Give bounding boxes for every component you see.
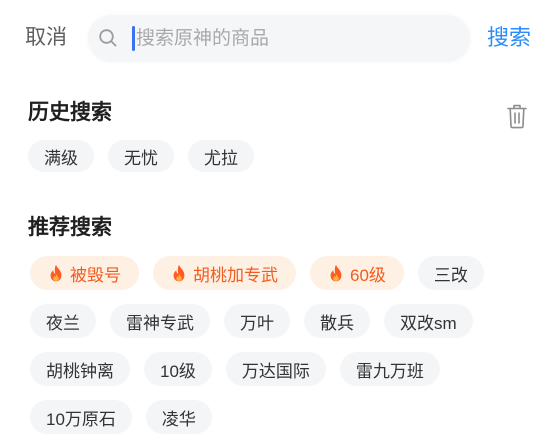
history-chip[interactable]: 尤拉 — [188, 140, 254, 172]
recommended-chip[interactable]: 三改 — [417, 256, 484, 290]
chip-label: 双改sm — [400, 313, 457, 333]
recommended-chip[interactable]: 万叶 — [224, 304, 290, 338]
recommended-chip[interactable]: 雷神专武 — [110, 304, 210, 338]
search-button[interactable]: 搜索 — [487, 14, 531, 62]
recommended-row: 夜兰 雷神专武 万叶 散兵 双改sm — [30, 304, 484, 338]
chip-label: 三改 — [433, 265, 468, 285]
chip-label: 凌华 — [161, 409, 196, 429]
recommended-chip[interactable]: 双改sm — [384, 304, 473, 338]
fire-icon — [171, 264, 187, 282]
chip-label: 散兵 — [320, 313, 354, 333]
hot-search-chip[interactable]: 60级 — [310, 256, 404, 290]
chip-label: 无忧 — [124, 148, 158, 168]
recommended-row: 10万原石 凌华 — [30, 400, 484, 434]
search-icon — [98, 28, 118, 48]
text-cursor — [132, 26, 135, 51]
chip-label: 被毁号 — [70, 265, 121, 285]
recommended-chip[interactable]: 雷九万班 — [339, 352, 440, 386]
recommended-chip[interactable]: 10级 — [144, 352, 212, 386]
chip-label: 满级 — [44, 148, 78, 168]
history-chip[interactable]: 满级 — [28, 140, 94, 172]
chip-label: 胡桃钟离 — [46, 361, 114, 381]
cancel-button[interactable]: 取消 — [25, 14, 67, 62]
chip-label: 万叶 — [240, 313, 274, 333]
history-chip[interactable]: 无忧 — [108, 140, 174, 172]
chip-label: 万达国际 — [241, 361, 310, 381]
recommended-chip[interactable]: 胡桃钟离 — [30, 352, 130, 386]
chip-label: 10万原石 — [46, 409, 116, 429]
chip-label: 雷九万班 — [355, 361, 424, 381]
recommended-chip[interactable]: 散兵 — [304, 304, 370, 338]
recommended-chip[interactable]: 夜兰 — [30, 304, 96, 338]
recommended-chip[interactable]: 凌华 — [145, 400, 212, 434]
chip-label: 夜兰 — [46, 313, 80, 333]
fire-icon — [48, 264, 64, 282]
recommended-row: 胡桃钟离 10级 万达国际 雷九万班 — [30, 352, 484, 386]
recommended-row: 被毁号 胡桃加专武 60级 三改 — [30, 256, 484, 290]
recommended-chip[interactable]: 10万原石 — [30, 400, 132, 434]
recommended-list: 被毁号 胡桃加专武 60级 三改夜兰 雷神专武 万叶 散兵 双改sm 胡桃钟离 10级 万达国际… — [30, 256, 484, 434]
chip-label: 雷神专武 — [126, 313, 194, 333]
hot-search-chip[interactable]: 被毁号 — [30, 256, 139, 290]
chip-label: 胡桃加专武 — [193, 265, 278, 285]
chip-label: 10级 — [160, 361, 196, 381]
history-list: 满级 无忧 尤拉 — [28, 140, 254, 172]
search-bar[interactable] — [88, 15, 470, 62]
fire-icon — [328, 264, 344, 282]
history-section-title: 历史搜索 — [28, 101, 112, 124]
recommended-chip[interactable]: 万达国际 — [225, 352, 326, 386]
trash-icon[interactable] — [506, 103, 528, 129]
search-input[interactable] — [136, 15, 454, 62]
recommended-section-title: 推荐搜索 — [28, 216, 112, 239]
hot-search-chip[interactable]: 胡桃加专武 — [153, 256, 296, 290]
chip-label: 尤拉 — [204, 148, 238, 168]
chip-label: 60级 — [350, 265, 386, 285]
